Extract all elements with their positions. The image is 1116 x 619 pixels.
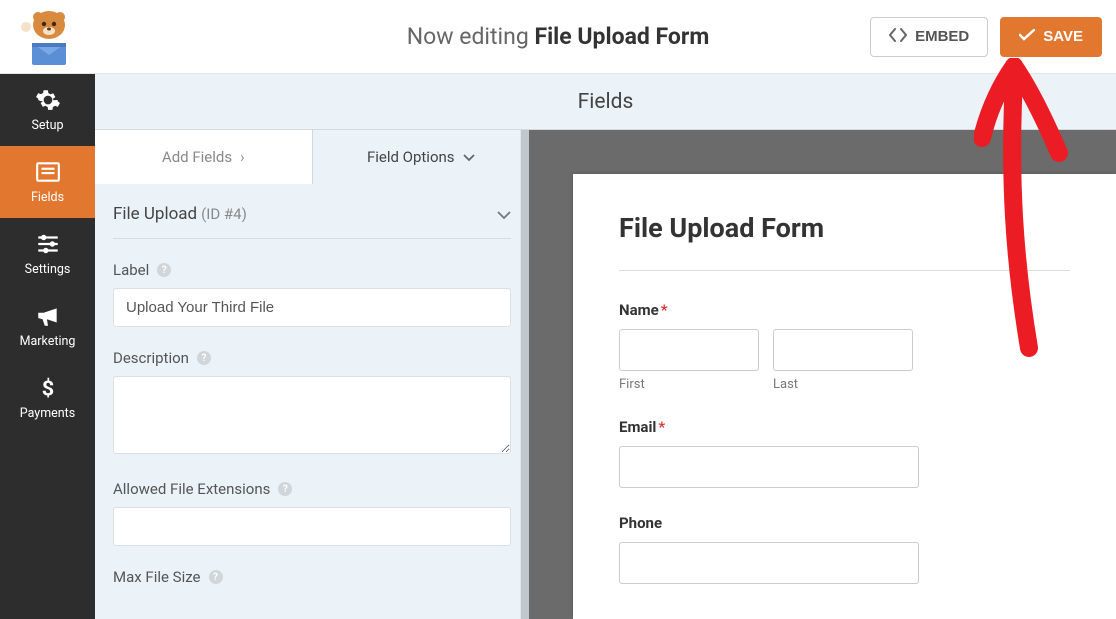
check-icon	[1019, 28, 1035, 45]
option-label: Max File Size ?	[113, 568, 511, 586]
phone-input[interactable]	[619, 542, 919, 584]
options-panel: Add Fields › Field Options File Upload (…	[95, 130, 529, 619]
help-icon[interactable]: ?	[197, 351, 211, 365]
sidebar-item-marketing[interactable]: Marketing	[0, 290, 95, 362]
label-input[interactable]	[113, 288, 511, 327]
option-label-text: Allowed File Extensions	[113, 480, 270, 498]
sidebar-item-label: Setup	[31, 118, 63, 133]
sidebar-item-label: Fields	[31, 190, 64, 205]
tab-label: Add Fields	[162, 148, 232, 166]
megaphone-icon	[35, 303, 61, 329]
name-pair: First Last	[619, 329, 1070, 392]
field-id: (ID #4)	[201, 205, 247, 223]
option-label-text: Label	[113, 261, 149, 279]
label-text: Email	[619, 418, 656, 436]
app-logo	[14, 7, 84, 67]
option-description-row: Description ?	[113, 327, 511, 458]
field-label: Email*	[619, 418, 1070, 436]
sidebar-item-setup[interactable]: Setup	[0, 74, 95, 146]
fields-header: Fields	[95, 74, 1116, 130]
embed-button[interactable]: EMBED	[870, 17, 988, 57]
chevron-down-icon	[497, 205, 511, 224]
editing-prefix: Now editing	[407, 23, 535, 50]
option-extensions-row: Allowed File Extensions ?	[113, 458, 511, 546]
sidebar-item-label: Marketing	[20, 334, 76, 349]
code-icon	[889, 28, 907, 46]
columns: Add Fields › Field Options File Upload (…	[95, 130, 1116, 619]
preview-wrap: File Upload Form Name* First	[529, 130, 1116, 619]
field-phone: Phone	[619, 514, 1070, 584]
sublabel-last: Last	[773, 377, 913, 392]
field-header[interactable]: File Upload (ID #4)	[113, 184, 511, 239]
field-label: Name*	[619, 301, 1070, 319]
required-mark: *	[661, 301, 668, 319]
form-icon	[35, 159, 61, 185]
help-icon[interactable]: ?	[209, 570, 223, 584]
divider	[619, 270, 1070, 271]
label-text: Phone	[619, 514, 662, 532]
top-bar: Now editing File Upload Form EMBED SAVE	[0, 0, 1116, 74]
required-mark: *	[658, 418, 665, 436]
save-button[interactable]: SAVE	[1000, 17, 1102, 57]
sidebar-item-label: Settings	[25, 262, 71, 277]
main-area: Setup Fields Settings Marketing $ Paymen…	[0, 74, 1116, 619]
option-label: Allowed File Extensions ?	[113, 480, 511, 498]
form-name: File Upload Form	[534, 23, 709, 50]
description-input[interactable]	[113, 376, 511, 454]
option-label-text: Max File Size	[113, 568, 201, 586]
panel-scrollbar[interactable]	[520, 130, 529, 619]
last-name-input[interactable]	[773, 329, 913, 371]
first-name-col: First	[619, 329, 759, 392]
help-icon[interactable]: ?	[157, 263, 171, 277]
field-label: Phone	[619, 514, 1070, 532]
option-maxsize-row: Max File Size ?	[113, 546, 511, 586]
sidebar: Setup Fields Settings Marketing $ Paymen…	[0, 74, 95, 619]
option-label-row: Label ?	[113, 239, 511, 327]
svg-text:$: $	[41, 377, 53, 401]
last-name-col: Last	[773, 329, 913, 392]
workspace: Fields Add Fields › Field Options	[95, 74, 1116, 619]
first-name-input[interactable]	[619, 329, 759, 371]
tab-label: Field Options	[367, 148, 455, 166]
email-input[interactable]	[619, 446, 919, 488]
editing-title: Now editing File Upload Form	[407, 23, 710, 50]
option-label: Description ?	[113, 349, 511, 367]
field-name: Name* First Last	[619, 301, 1070, 392]
sliders-icon	[35, 231, 61, 257]
form-preview: File Upload Form Name* First	[573, 174, 1116, 619]
top-actions: EMBED SAVE	[870, 17, 1102, 57]
gear-icon	[35, 87, 61, 113]
extensions-input[interactable]	[113, 507, 511, 546]
sublabel-first: First	[619, 377, 759, 392]
embed-label: EMBED	[915, 28, 969, 45]
chevron-right-icon: ›	[240, 148, 245, 166]
field-email: Email*	[619, 418, 1070, 488]
option-label: Label ?	[113, 261, 511, 279]
field-type-title: File Upload	[113, 204, 197, 224]
preview-title: File Upload Form	[619, 212, 1070, 244]
field-options: File Upload (ID #4) Label ?	[95, 184, 529, 615]
dollar-icon: $	[35, 375, 61, 401]
help-icon[interactable]: ?	[278, 482, 292, 496]
sidebar-item-settings[interactable]: Settings	[0, 218, 95, 290]
save-label: SAVE	[1043, 28, 1083, 45]
label-text: Name	[619, 301, 659, 319]
tab-field-options[interactable]: Field Options	[313, 130, 530, 184]
sidebar-item-fields[interactable]: Fields	[0, 146, 95, 218]
chevron-down-icon	[463, 148, 475, 166]
tab-add-fields[interactable]: Add Fields ›	[95, 130, 313, 184]
sidebar-item-label: Payments	[20, 406, 75, 421]
panel-tabs: Add Fields › Field Options	[95, 130, 529, 184]
option-label-text: Description	[113, 349, 189, 367]
sidebar-item-payments[interactable]: $ Payments	[0, 362, 95, 434]
